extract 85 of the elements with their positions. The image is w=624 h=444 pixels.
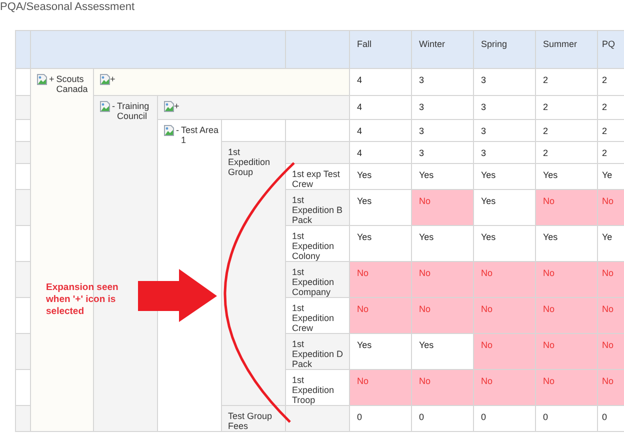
row-label: 1st Expedition Group [228,147,272,177]
value-cell: No [598,190,624,226]
value-cell: Yes [536,164,598,190]
value-cell: 3 [474,68,536,96]
value-cell: No [412,190,474,226]
value-cell: 3 [412,96,474,120]
value-cell: No [474,298,536,334]
row-label: Test Area 1 [181,125,219,145]
broken-image-icon [100,101,110,112]
value-cell: Yes [474,190,536,226]
value-cell: No [536,262,598,298]
value-cell: 2 [536,142,598,164]
value-cell: Yes [350,334,412,370]
value-cell: Yes [474,164,536,190]
row-label: Training Council [117,101,150,121]
value-cell: 0 [598,406,624,432]
value-cell: No [350,298,412,334]
row-label: Scouts Canada [56,74,89,94]
value-cell: 2 [598,96,624,120]
value-cell: Yes [350,164,412,190]
row-label: Test Group Fees [228,411,274,431]
value-cell: 0 [474,406,536,432]
row-label: 1st Expedition Company [292,267,336,297]
value-cell: Yes [412,226,474,262]
row-label: 1st Expedition Troop [292,375,336,405]
value-cell: 2 [536,120,598,142]
value-cell: Yes [474,226,536,262]
value-cell: No [412,370,474,406]
value-cell: No [598,262,624,298]
expand-toggle[interactable]: - [176,125,179,135]
value-cell: 4 [350,68,412,96]
broken-image-icon [37,74,47,85]
page-title: PQA/Seasonal Assessment [0,0,135,14]
value-cell: Yes [350,190,412,226]
row-label: 1st exp Test Crew [292,169,341,189]
value-cell: 3 [474,120,536,142]
value-cell: Yes [412,334,474,370]
value-cell: 4 [350,120,412,142]
value-cell: Yes [350,226,412,262]
value-cell: 2 [598,68,624,96]
row-label: 1st Expedition D Pack [292,339,344,369]
annotation-text: Expansion seen when '+' icon is selected [46,282,120,318]
value-cell: 2 [598,142,624,164]
value-cell: Yes [536,226,598,262]
value-cell: No [350,370,412,406]
value-cell: No [412,262,474,298]
value-cell: No [350,262,412,298]
value-cell: 4 [350,142,412,164]
value-cell: No [474,334,536,370]
value-cell: 4 [350,96,412,120]
value-cell: No [474,370,536,406]
header-cell [16,30,30,68]
value-cell: No [598,370,624,406]
value-cell: 0 [412,406,474,432]
value-cell: No [412,298,474,334]
value-cell: No [474,262,536,298]
broken-image-icon [100,74,110,85]
value-cell: 3 [474,96,536,120]
value-cell: Yes [412,164,474,190]
value-cell: No [598,334,624,370]
value-cell: No [598,298,624,334]
value-cell: 3 [412,142,474,164]
value-cell: No [536,370,598,406]
row-label: 1st Expedition Colony [292,231,336,261]
value-cell: 2 [536,96,598,120]
value-cell: No [536,298,598,334]
value-cell: 3 [412,120,474,142]
value-cell: 0 [350,406,412,432]
value-cell: 2 [598,120,624,142]
value-cell: No [536,190,598,226]
expand-toggle[interactable]: + [49,74,54,84]
row-label: 1st Expedition Crew [292,303,336,333]
value-cell: No [536,334,598,370]
value-cell: 3 [412,68,474,96]
value-cell: 0 [536,406,598,432]
value-cell: Ye [598,226,624,262]
broken-image-icon [164,125,174,136]
broken-image-icon [164,101,174,112]
row-label: 1st Expedition B Pack [292,195,344,225]
value-cell: 2 [536,68,598,96]
expand-toggle[interactable]: + [174,101,180,111]
value-cell: Ye [598,164,624,190]
expand-toggle[interactable]: + [110,74,116,84]
expand-toggle[interactable]: - [112,101,115,111]
value-cell: 3 [474,142,536,164]
